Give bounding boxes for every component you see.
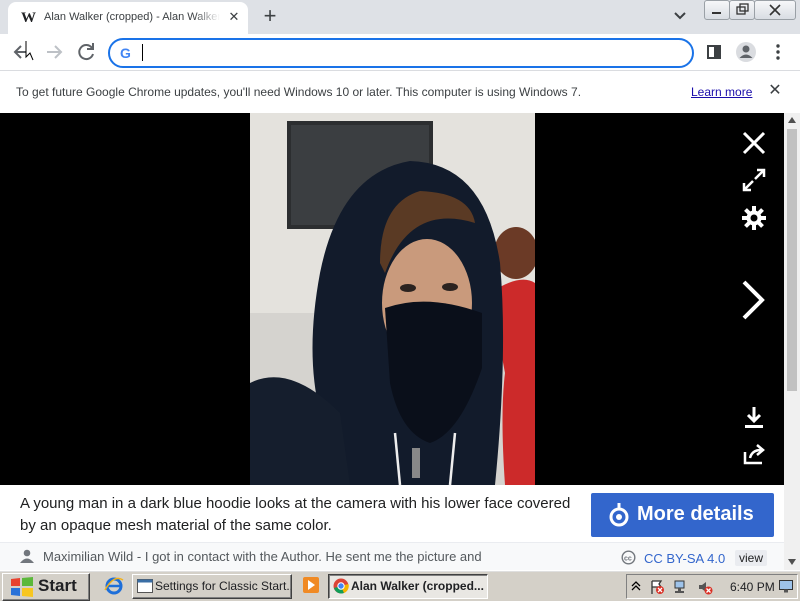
taskbar-item-label: Alan Walker (cropped... [351, 579, 484, 593]
minimize-window-button[interactable] [704, 0, 730, 20]
taskbar-clock[interactable]: 6:40 PM [730, 580, 775, 594]
windows-logo-icon [11, 577, 33, 597]
info-spinner-icon [609, 503, 629, 527]
browser-toolbar: G [0, 34, 800, 70]
portrait-photo [250, 113, 535, 485]
media-viewer [0, 113, 784, 485]
start-label: Start [38, 576, 77, 595]
license-link[interactable]: CC BY-SA 4.0 [644, 551, 725, 566]
text-caret [142, 44, 143, 61]
infobar-message: To get future Google Chrome updates, you… [16, 85, 582, 99]
fullscreen-icon[interactable] [740, 166, 768, 194]
window-app-icon [137, 579, 153, 593]
show-hidden-icons-icon[interactable] [631, 580, 641, 592]
address-bar[interactable]: G [108, 38, 694, 68]
restore-window-button[interactable] [729, 0, 755, 20]
scroll-thumb[interactable] [787, 129, 797, 391]
attribution-bar: Maximilian Wild - I got in contact with … [0, 542, 784, 571]
image-caption: A young man in a dark blue hoodie looks … [20, 495, 571, 534]
media-player-icon[interactable] [302, 576, 320, 594]
page-scrollbar[interactable] [784, 113, 800, 570]
taskbar-item-settings[interactable]: Settings for Classic Start... [132, 574, 292, 599]
address-input[interactable] [144, 43, 668, 65]
system-tray: 6:40 PM [626, 574, 798, 599]
tab-title: Alan Walker (cropped) - Alan Walker [44, 11, 220, 23]
learn-more-link[interactable]: Learn more [691, 85, 752, 99]
network-icon[interactable] [673, 579, 689, 595]
volume-muted-icon[interactable] [697, 579, 713, 595]
more-menu-icon[interactable] [764, 38, 792, 66]
show-desktop-icon[interactable] [779, 579, 793, 593]
user-icon [20, 549, 34, 563]
new-tab-icon[interactable]: + [258, 4, 282, 28]
internet-explorer-icon[interactable] [104, 576, 124, 596]
browser-tab[interactable]: W Alan Walker (cropped) - Alan Walker ✕ [8, 2, 248, 34]
back-arrow-icon[interactable] [8, 38, 36, 66]
share-icon[interactable] [740, 440, 768, 468]
action-center-flag-icon[interactable] [649, 579, 665, 595]
close-icon [769, 4, 781, 16]
update-infobar: To get future Google Chrome updates, you… [0, 70, 800, 114]
settings-gear-icon[interactable] [740, 204, 768, 232]
wikipedia-favicon-icon: W [21, 10, 36, 26]
tab-strip: W Alan Walker (cropped) - Alan Walker ✕ … [0, 0, 800, 34]
view-license-button[interactable]: view [735, 550, 768, 566]
next-arrow-icon[interactable] [738, 279, 768, 321]
tab-close-icon[interactable]: ✕ [226, 9, 242, 25]
image-caption-panel: A young man in a dark blue hoodie looks … [0, 485, 784, 542]
start-button[interactable]: Start [2, 573, 90, 601]
taskbar-item-chrome[interactable]: Alan Walker (cropped... [328, 574, 488, 599]
chrome-icon [333, 578, 349, 594]
minimize-icon [712, 12, 721, 14]
more-details-button[interactable]: More details [591, 493, 774, 537]
scroll-down-icon[interactable] [788, 559, 796, 565]
reload-icon[interactable] [72, 38, 100, 66]
taskbar-item-label: Settings for Classic Start... [155, 579, 292, 593]
author-credit: Maximilian Wild - I got in contact with … [43, 549, 482, 564]
creative-commons-icon: cc [621, 550, 636, 565]
profile-avatar-icon[interactable] [732, 38, 760, 66]
close-window-button[interactable] [754, 0, 796, 20]
restore-icon [736, 3, 749, 15]
more-details-label: More details [637, 503, 754, 525]
svg-text:cc: cc [624, 556, 632, 563]
google-g-icon: G [120, 45, 131, 61]
download-icon[interactable] [740, 403, 768, 431]
forward-arrow-icon[interactable] [40, 38, 68, 66]
infobar-close-icon[interactable]: ✕ [766, 82, 784, 100]
windows-taskbar: Start Settings for Classic Start... Alan… [0, 570, 800, 601]
close-viewer-icon[interactable] [740, 129, 768, 157]
tab-search-chevron-icon[interactable] [670, 6, 690, 26]
side-panel-icon[interactable] [700, 38, 728, 66]
scroll-up-icon[interactable] [788, 117, 796, 123]
